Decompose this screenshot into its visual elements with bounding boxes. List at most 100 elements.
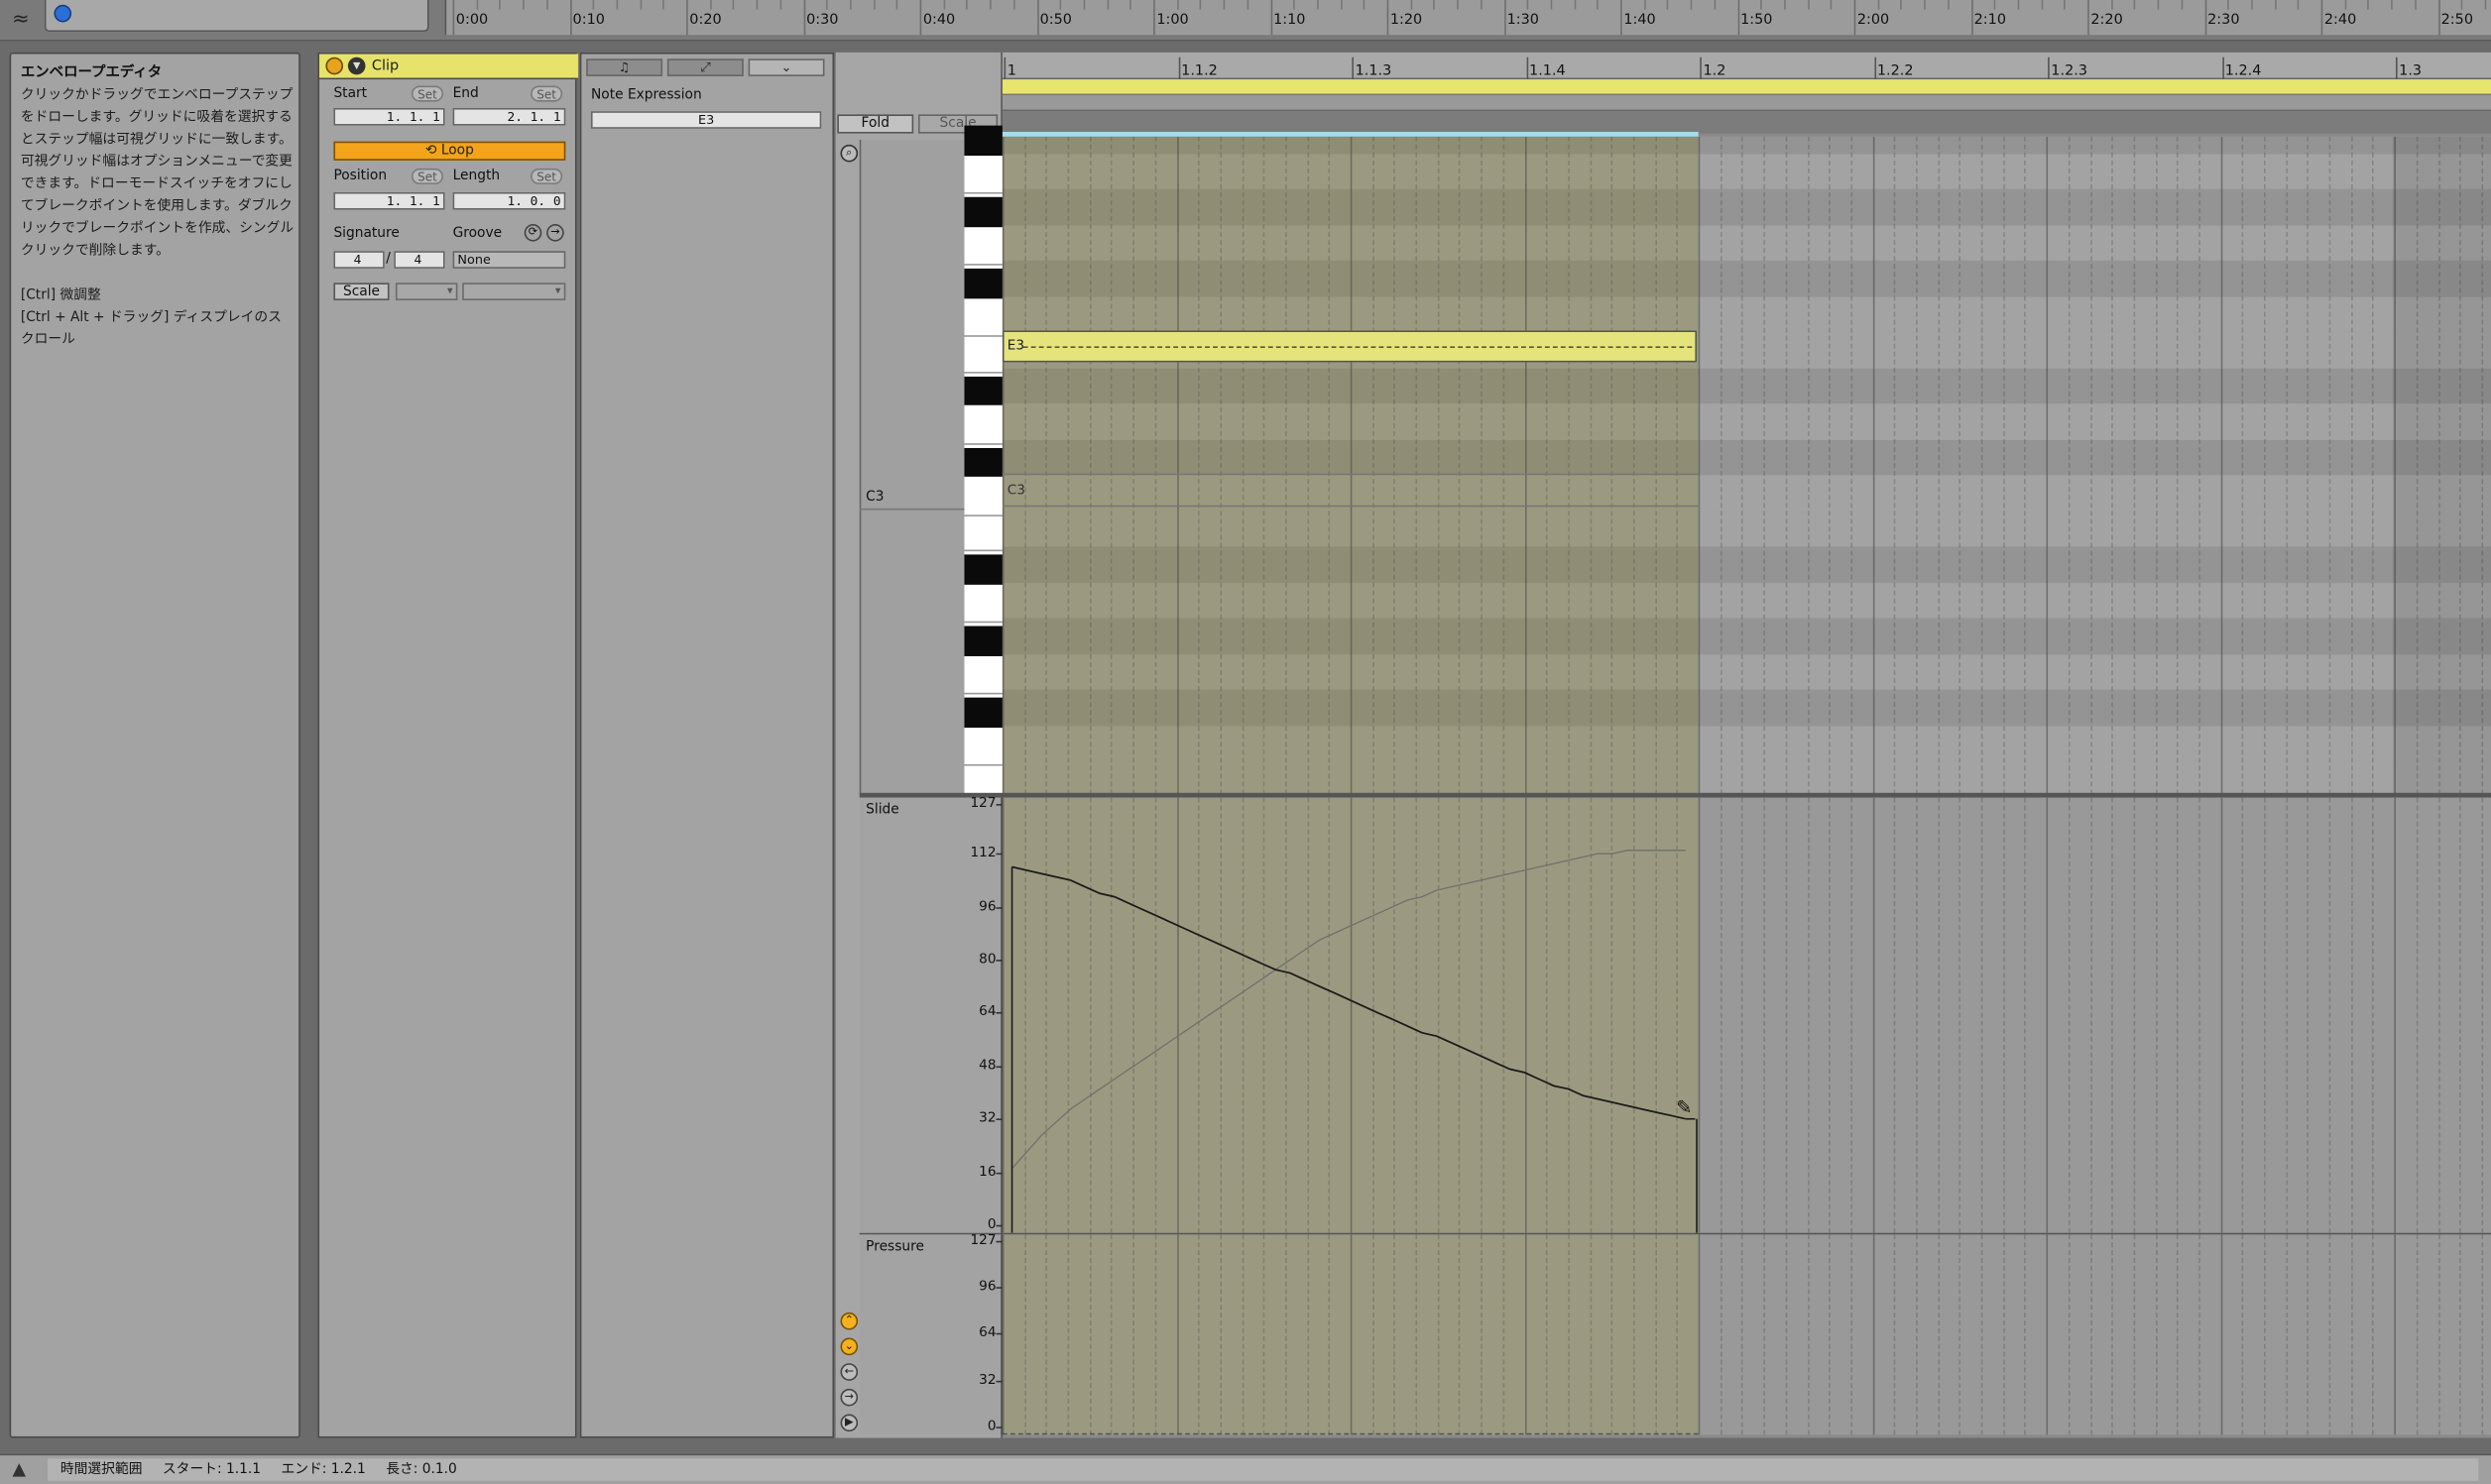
black-key[interactable]: [964, 125, 1003, 156]
time-ruler[interactable]: 0:00 0:10 0:20 0:30 0:40 0:50 1:00 1:10 1:20 1:30…: [444, 0, 2491, 36]
scale-name-dropdown[interactable]: ▾: [462, 283, 566, 300]
position-set-button[interactable]: Set: [411, 168, 443, 184]
time-ruler-tick: [2320, 0, 2323, 36]
note-expression-field[interactable]: E3: [590, 111, 822, 129]
overview-field[interactable]: [44, 0, 429, 33]
grid-line: [1763, 1234, 1766, 1435]
position-value[interactable]: 1. 1. 1: [333, 191, 445, 210]
black-key[interactable]: [964, 697, 1003, 728]
time-ruler-minor-tick: [2391, 0, 2393, 10]
time-ruler-minor-tick: [1223, 0, 1226, 10]
collapse-lanes-icon[interactable]: ⌄: [840, 1337, 859, 1356]
end-set-button[interactable]: Set: [531, 85, 563, 102]
groove-hot-swap-icon[interactable]: ⟳: [524, 223, 542, 242]
grid-line: [1502, 136, 1504, 795]
notes-tab[interactable]: ♫: [586, 58, 663, 76]
play-icon[interactable]: ▶: [840, 1414, 859, 1432]
slide-envelope-plot[interactable]: ✎: [1002, 797, 2491, 1233]
length-value[interactable]: 1. 0. 0: [452, 191, 566, 210]
slide-envelope-svg[interactable]: [1003, 798, 2491, 1233]
time-ruler-label: 1:50: [1740, 12, 1773, 29]
time-ruler-minor-tick: [1877, 0, 1879, 10]
beat-ruler-label: 1: [1007, 63, 1016, 80]
piano-keyboard[interactable]: [964, 125, 1003, 802]
grid-line: [1371, 136, 1374, 795]
pressure-envelope-plot[interactable]: [1002, 1234, 2491, 1435]
time-ruler-minor-tick: [2064, 0, 2067, 10]
scrub-area[interactable]: [1002, 111, 2491, 134]
black-key[interactable]: [964, 554, 1003, 585]
note-expression-tab[interactable]: ⌄: [748, 58, 825, 76]
grid-line: [1546, 1234, 1548, 1435]
scale-root-dropdown[interactable]: ▾: [395, 283, 458, 300]
midi-note-e3[interactable]: E3: [1002, 330, 1698, 363]
loop-button[interactable]: ⟲ Loop: [333, 141, 566, 161]
info-view: エンベロープエディタ クリックかドラッグでエンベロープステップをドローします。グ…: [9, 52, 300, 1438]
black-key[interactable]: [964, 268, 1003, 298]
groove-select[interactable]: None: [452, 251, 566, 269]
beat-ruler-label: 1.1.3: [1355, 63, 1392, 80]
slide-envelope-line[interactable]: [1011, 865, 1687, 1120]
signature-numerator[interactable]: 4: [333, 251, 385, 269]
grid-line: [1132, 1234, 1135, 1435]
black-key[interactable]: [964, 376, 1003, 405]
grid-line: [1002, 136, 1005, 795]
fold-button[interactable]: Fold: [837, 114, 914, 134]
black-key[interactable]: [964, 447, 1003, 477]
beat-ruler-tick: [1873, 57, 1876, 80]
grid-line: [1872, 1234, 1874, 1435]
groove-commit-icon[interactable]: →: [546, 223, 564, 242]
beat-ruler[interactable]: 1 1.1.2 1.1.3 1.1.4 1.2 1.2.2 1.2.3 1.2.4 1.3: [1002, 52, 2491, 80]
time-ruler-minor-tick: [662, 0, 665, 10]
arrow-right-icon[interactable]: →: [840, 1388, 859, 1407]
live-window: ≈ 0:00 0:10 0:20 0:30 0:40 0:50 1:00 1:10 1:20 1:…: [0, 0, 2491, 1484]
slide-envelope-ghost-line[interactable]: [1011, 850, 1686, 1170]
status-triangle-icon[interactable]: ▲: [5, 1458, 34, 1480]
grid-line: [2111, 1234, 2114, 1435]
black-key[interactable]: [964, 196, 1003, 227]
expand-lanes-icon[interactable]: ⌃: [840, 1312, 859, 1330]
clip-activator-button[interactable]: [325, 57, 344, 75]
zoom-icon[interactable]: ⌕: [840, 144, 859, 163]
end-value[interactable]: 2. 1. 1: [452, 107, 566, 126]
length-set-button[interactable]: Set: [531, 168, 563, 184]
time-ruler-minor-tick: [1293, 0, 1296, 10]
grid-line: [2350, 136, 2353, 795]
grid-line: [1198, 136, 1200, 795]
grid-line: [1872, 136, 1874, 795]
scale-button[interactable]: Scale: [333, 283, 390, 300]
clip-fold-icon[interactable]: ▼: [347, 57, 366, 75]
note-grid[interactable]: C3 E3: [1002, 136, 2491, 795]
arrow-left-icon[interactable]: ←: [840, 1363, 859, 1381]
start-value[interactable]: 1. 1. 1: [333, 107, 445, 126]
grid-line: [2285, 136, 2288, 795]
grid-line: [2481, 1234, 2483, 1435]
pitch-row: [1002, 295, 2491, 332]
axis-label: 127: [970, 796, 997, 813]
signature-denominator[interactable]: 4: [394, 251, 445, 269]
envelopes-tab[interactable]: ⤢: [666, 58, 744, 76]
time-ruler-tick: [452, 0, 455, 36]
time-ruler-minor-tick: [1107, 0, 1109, 10]
pressure-lane: Pressure 127 96 64 32 0: [859, 1233, 2491, 1435]
time-ruler-tick: [2087, 0, 2089, 36]
grid-line: [1850, 1234, 1852, 1435]
start-marker-strip[interactable]: [1002, 95, 2491, 112]
time-ruler-minor-tick: [2110, 0, 2113, 10]
time-ruler-tick: [569, 0, 571, 36]
overview-icon[interactable]: ≈: [5, 6, 37, 38]
grid-line: [2046, 136, 2049, 795]
pitch-row: [1002, 136, 2491, 154]
start-set-button[interactable]: Set: [411, 85, 443, 102]
grid-line: [1393, 136, 1396, 795]
black-key[interactable]: [964, 626, 1003, 656]
c3-row: C3: [1002, 473, 1699, 508]
loop-brace[interactable]: [1002, 79, 2491, 96]
time-ruler-minor-tick: [1246, 0, 1248, 10]
outside-clip-region: [2392, 136, 2491, 795]
time-ruler-label: 1:40: [1623, 12, 1656, 29]
grid-line: [1958, 1234, 1961, 1435]
time-ruler-label: 0:10: [572, 12, 605, 29]
time-ruler-tick: [2203, 0, 2206, 36]
clip-title: Clip: [371, 58, 400, 75]
